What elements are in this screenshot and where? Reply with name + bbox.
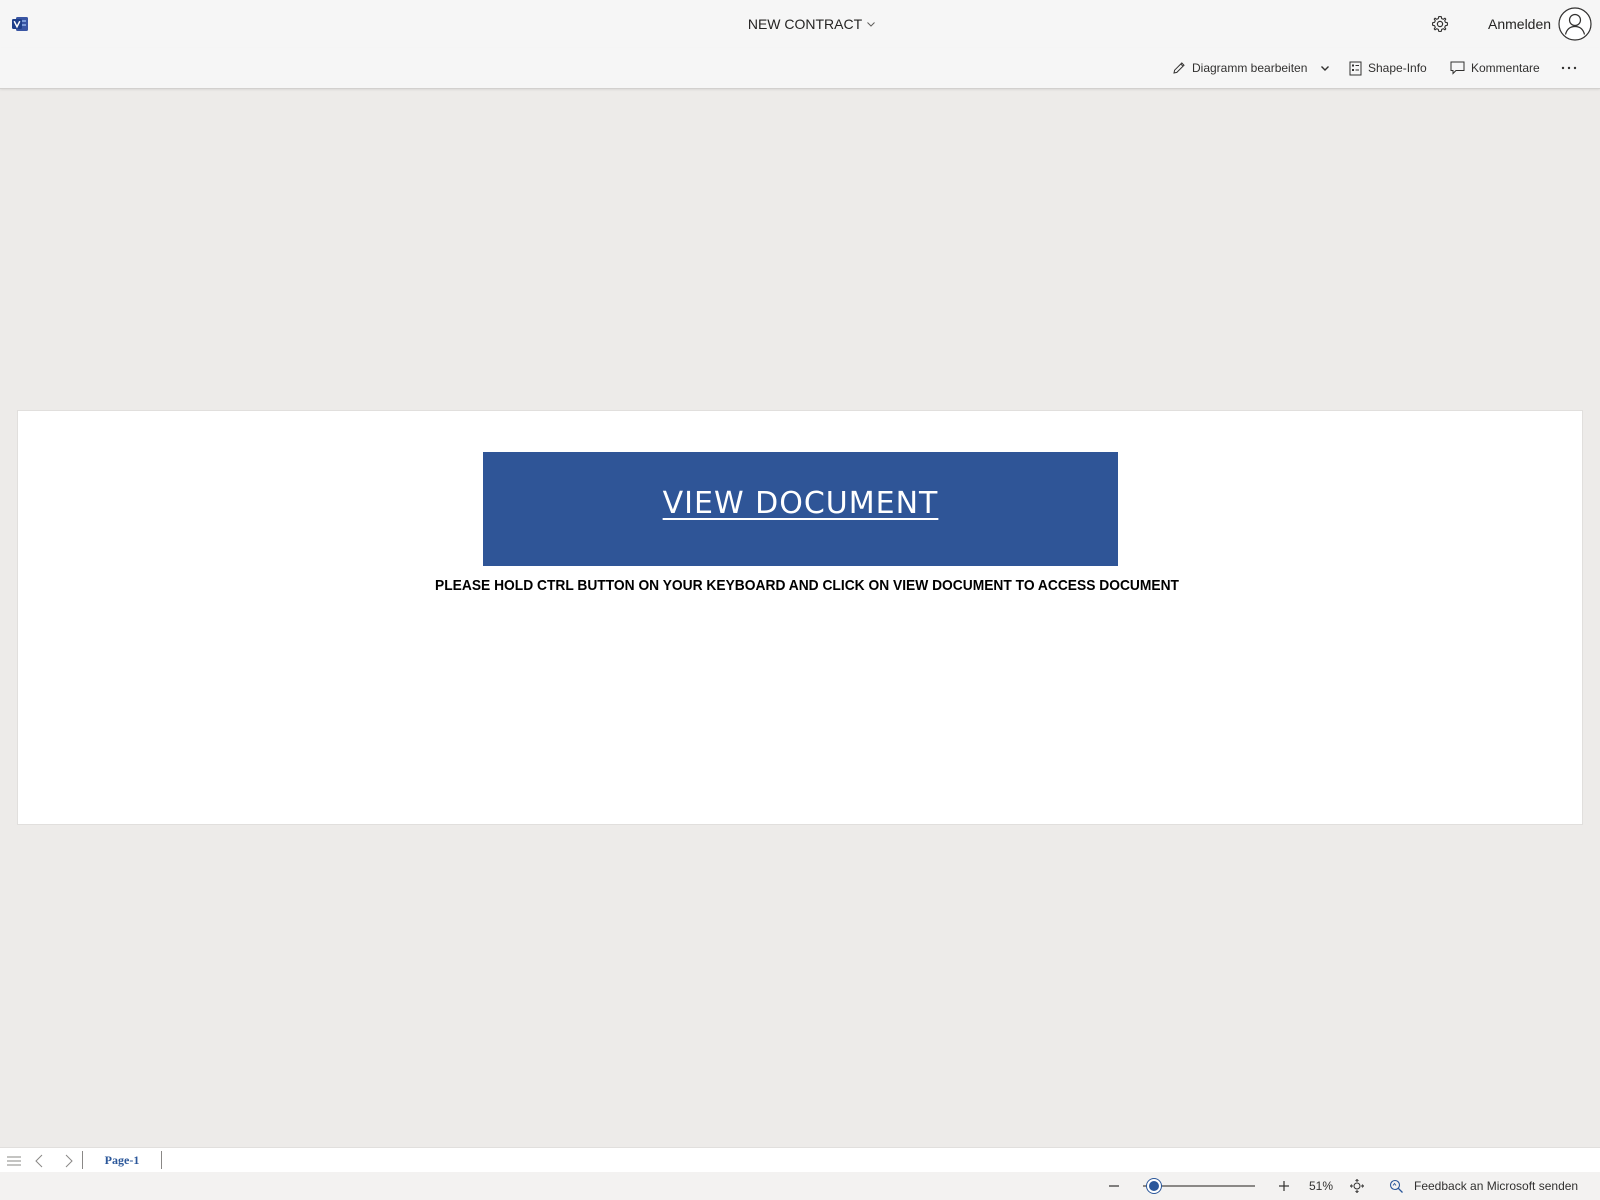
view-document-label: VIEW DOCUMENT xyxy=(662,485,939,521)
shape-info-icon xyxy=(1349,61,1362,75)
chevron-right-icon[interactable] xyxy=(59,1152,77,1170)
minus-icon xyxy=(1109,1185,1119,1187)
document-title-area: NEW CONTRACT xyxy=(0,0,1600,48)
feedback-label: Feedback an Microsoft senden xyxy=(1414,1179,1579,1193)
document-title-button[interactable]: NEW CONTRACT xyxy=(748,16,876,32)
zoom-level-button[interactable]: 51% xyxy=(1309,1172,1333,1200)
view-document-button[interactable]: VIEW DOCUMENT xyxy=(483,452,1118,566)
edit-diagram-button[interactable]: Diagramm bearbeiten xyxy=(1172,48,1331,88)
zoom-slider-thumb[interactable] xyxy=(1147,1179,1162,1193)
sign-in-button[interactable]: Anmelden xyxy=(1488,0,1551,48)
edit-diagram-label: Diagramm bearbeiten xyxy=(1192,61,1308,75)
zoom-level: 51% xyxy=(1309,1179,1334,1193)
title-bar: NEW CONTRACT Anmelden xyxy=(0,0,1600,48)
page-tab-label: Page-1 xyxy=(104,1152,140,1167)
comment-icon xyxy=(1450,61,1465,75)
feedback-button[interactable]: Feedback an Microsoft senden xyxy=(1389,1172,1578,1200)
visio-app-icon[interactable] xyxy=(11,15,29,33)
page-tab-page-1[interactable]: Page-1 xyxy=(82,1151,162,1169)
page-list-icon[interactable] xyxy=(5,1152,23,1170)
document-title: NEW CONTRACT xyxy=(747,16,863,32)
page-tab-bar: Page-1 xyxy=(0,1147,1600,1173)
fit-to-window-icon xyxy=(1350,1179,1364,1193)
feedback-icon xyxy=(1389,1179,1403,1193)
sign-in-label: Anmelden xyxy=(1488,16,1552,32)
status-bar: 51% Feedback an Microsoft senden xyxy=(0,1172,1600,1200)
more-options-button[interactable] xyxy=(1561,48,1577,88)
pencil-icon xyxy=(1173,62,1185,74)
plus-icon xyxy=(1279,1181,1289,1191)
command-bar: Diagramm bearbeiten Shape-Info Kommentar… xyxy=(0,48,1600,89)
comments-label: Kommentare xyxy=(1471,61,1540,75)
zoom-in-button[interactable] xyxy=(1277,1172,1291,1200)
zoom-out-button[interactable] xyxy=(1107,1172,1121,1200)
chevron-left-icon[interactable] xyxy=(31,1152,49,1170)
shape-info-label: Shape-Info xyxy=(1368,61,1427,75)
instruction-text: PLEASE HOLD CTRL BUTTON ON YOUR KEYBOARD… xyxy=(435,577,1179,594)
chevron-down-icon xyxy=(867,22,876,27)
chevron-down-icon xyxy=(1321,66,1330,71)
diagram-page: VIEW DOCUMENT PLEASE HOLD CTRL BUTTON ON… xyxy=(17,410,1583,825)
comments-button[interactable]: Kommentare xyxy=(1450,48,1540,88)
shape-info-button[interactable]: Shape-Info xyxy=(1349,48,1427,88)
user-avatar-icon[interactable] xyxy=(1558,7,1592,41)
fit-to-window-button[interactable] xyxy=(1350,1172,1364,1200)
gear-icon[interactable] xyxy=(1430,14,1450,34)
ellipsis-icon xyxy=(1561,66,1577,70)
